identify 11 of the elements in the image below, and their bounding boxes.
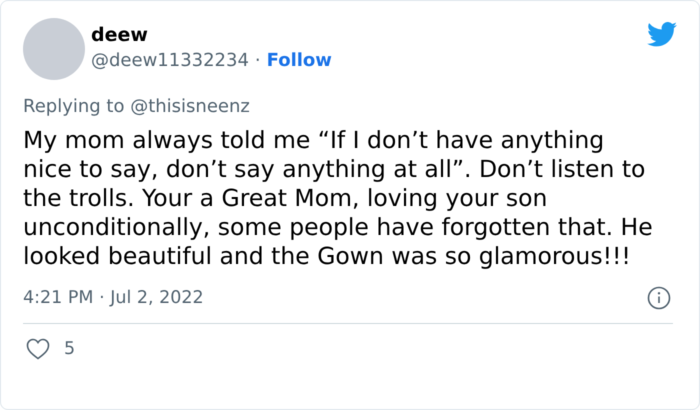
timestamp-link[interactable]: 4:21 PM · Jul 2, 2022 xyxy=(23,285,204,312)
author-name[interactable]: deew xyxy=(91,22,332,48)
like-count: 5 xyxy=(64,338,76,362)
follow-link[interactable]: Follow xyxy=(266,48,332,74)
replying-to-text: Replying to @thisisneenz xyxy=(23,95,251,119)
separator-dot: · xyxy=(254,49,261,73)
tweet-text: My mom always told me “If I don’t have anything nice to say, don’t say anything at all”. Don’t listen to the trolls. Your a Great Mom, loving your son unconditionally, some people have forgotten that. He looked beautiful and the Gown was so glamorous!!! xyxy=(23,126,654,271)
author-handle[interactable]: @deew11332234 xyxy=(91,48,249,74)
info-icon[interactable] xyxy=(647,286,671,310)
heart-icon[interactable] xyxy=(26,338,50,360)
bird-logo-icon[interactable] xyxy=(647,22,677,47)
